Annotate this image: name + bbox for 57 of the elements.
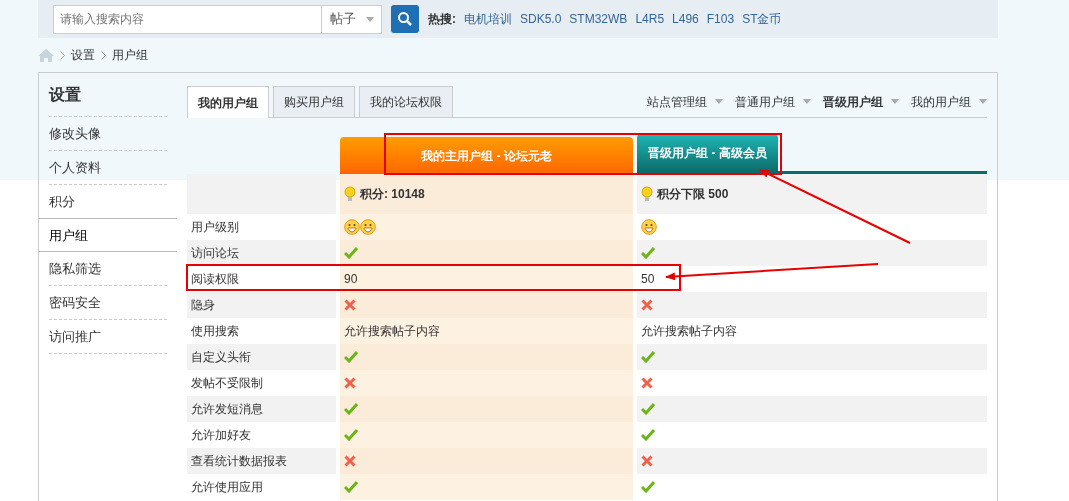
search-icon [397, 11, 413, 27]
sidebar-item[interactable]: 访问推广 [49, 320, 167, 354]
hot-search-link[interactable]: SDK5.0 [520, 10, 562, 28]
hot-search-link[interactable]: ST金币 [742, 10, 782, 28]
permission-label: 访问论坛 [191, 245, 239, 262]
caret-icon [715, 99, 723, 104]
caret-icon [979, 99, 987, 104]
permission-label: 允许加好友 [191, 427, 251, 444]
permission-label: 允许发短消息 [191, 401, 263, 418]
permission-value: 50 [641, 271, 655, 288]
hot-search-link[interactable]: L4R5 [635, 10, 665, 28]
permission-value: 允许搜索帖子内容 [344, 323, 440, 340]
caret-icon [891, 99, 899, 104]
chevron-icon [101, 50, 106, 60]
hot-search-link[interactable]: F103 [706, 10, 735, 28]
breadcrumb-link[interactable]: 用户组 [112, 46, 148, 64]
tab[interactable]: 我的论坛权限 [359, 86, 453, 117]
permission-label: 用户级别 [191, 219, 239, 236]
smiley-icon [344, 219, 360, 235]
sidebar-item[interactable]: 密码安全 [49, 286, 167, 320]
lightbulb-icon [344, 186, 356, 202]
permission-label: 阅读权限 [191, 271, 239, 288]
smiley-icon [360, 219, 376, 235]
hot-search-link[interactable]: 电机培训 [464, 10, 512, 28]
permission-value: 90 [344, 271, 358, 288]
permission-label: 允许使用应用 [191, 479, 263, 496]
permission-value: 允许搜索帖子内容 [641, 323, 737, 340]
sidebar-item[interactable]: 用户组 [39, 218, 177, 252]
tab[interactable]: 购买用户组 [273, 86, 355, 117]
group-link[interactable]: 站点管理组 [647, 92, 723, 111]
hot-search-link[interactable]: STM32WB [569, 10, 628, 28]
caret-icon [803, 99, 811, 104]
permission-label: 查看统计数据报表 [191, 453, 287, 470]
hot-search-link[interactable]: L496 [672, 10, 699, 28]
group-link[interactable]: 普通用户组 [735, 92, 811, 111]
sidebar-item[interactable]: 个人资料 [49, 151, 167, 185]
search-button[interactable] [391, 5, 419, 33]
points-text: 积分: 10148 [360, 186, 425, 203]
sidebar-item[interactable]: 隐私筛选 [49, 252, 167, 286]
sidebar-title: 设置 [49, 73, 167, 117]
smiley-icon [641, 219, 657, 235]
sidebar-item[interactable]: 修改头像 [49, 117, 167, 151]
permission-label: 使用搜索 [191, 323, 239, 340]
tab[interactable]: 我的用户组 [187, 86, 269, 118]
permission-label: 隐身 [191, 297, 215, 314]
group-link[interactable]: 晋级用户组 [823, 92, 899, 111]
lightbulb-icon [641, 186, 653, 202]
search-scope-dropdown[interactable]: 帖子 [321, 4, 382, 34]
permission-label: 自定义头衔 [191, 349, 251, 366]
chevron-icon [60, 50, 65, 60]
hot-search-label: 热搜: [428, 11, 456, 28]
points-text: 积分下限 500 [657, 186, 729, 203]
breadcrumb-link[interactable]: 设置 [71, 46, 95, 64]
permission-label: 发帖不受限制 [191, 375, 263, 392]
search-field[interactable]: 请输入搜索内容 [53, 4, 321, 34]
caret-icon [365, 16, 374, 22]
group-link[interactable]: 我的用户组 [911, 92, 987, 111]
